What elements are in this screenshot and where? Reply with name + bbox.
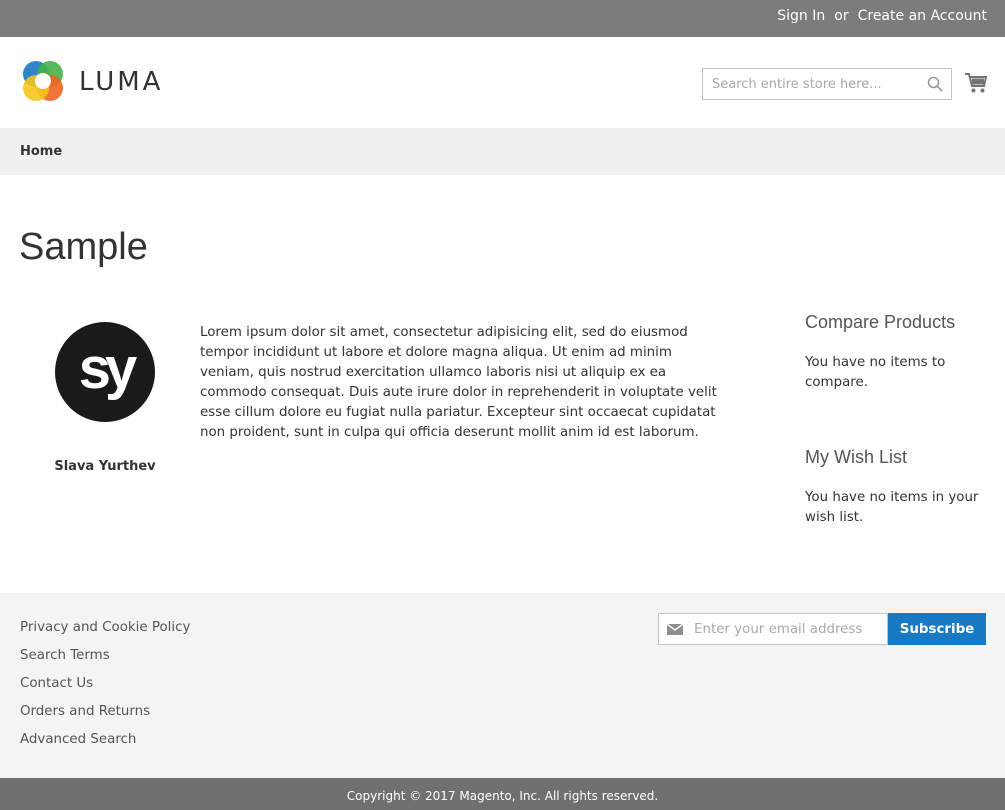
breadcrumb-home: Home	[20, 144, 63, 159]
avatar-initials: sy	[78, 336, 138, 401]
wishlist-title: My Wish List	[805, 447, 908, 467]
post-body-text: Lorem ipsum dolor sit amet, consectetur …	[200, 325, 717, 440]
wishlist-block: My Wish List You have no items in your w…	[805, 447, 985, 528]
orders-returns-link[interactable]: Orders and Returns	[20, 704, 150, 719]
header-links: Sign In or Create an Account	[777, 8, 987, 24]
footer-link-item: Privacy and Cookie Policy	[20, 614, 190, 642]
wishlist-empty-message: You have no items in your wish list.	[805, 490, 979, 525]
page-header: LUMA	[0, 37, 1005, 128]
or-separator: or	[834, 8, 849, 24]
compare-products-block: Compare Products You have no items to co…	[805, 312, 985, 393]
compare-empty-message: You have no items to compare.	[805, 355, 946, 390]
search-input[interactable]	[703, 69, 918, 99]
sign-in-link[interactable]: Sign In	[777, 8, 825, 24]
breadcrumb: Home	[0, 128, 1005, 175]
privacy-policy-link[interactable]: Privacy and Cookie Policy	[20, 620, 190, 635]
footer-link-item: Orders and Returns	[20, 698, 190, 726]
create-account-link[interactable]: Create an Account	[858, 8, 987, 24]
avatar: sy	[55, 322, 155, 422]
newsletter-form: Subscribe	[658, 613, 986, 645]
advanced-search-link[interactable]: Advanced Search	[20, 732, 136, 747]
copyright-bar: Copyright © 2017 Magento, Inc. All right…	[0, 778, 1005, 810]
logo-text: LUMA	[79, 67, 164, 97]
newsletter-email-input[interactable]	[694, 614, 884, 644]
search-icon[interactable]	[927, 76, 943, 92]
author-name: Slava Yurthev	[54, 459, 156, 474]
newsletter-field	[658, 613, 888, 645]
cart-icon[interactable]	[964, 71, 988, 95]
footer-links: Privacy and Cookie Policy Search Terms C…	[20, 614, 190, 754]
top-bar: Sign In or Create an Account	[0, 0, 1005, 37]
contact-us-link[interactable]: Contact Us	[20, 676, 93, 691]
search-box	[702, 68, 952, 100]
page-title: Sample	[19, 226, 148, 268]
footer-link-item: Advanced Search	[20, 726, 190, 754]
footer-link-item: Contact Us	[20, 670, 190, 698]
compare-products-title: Compare Products	[805, 312, 956, 332]
page-footer: Privacy and Cookie Policy Search Terms C…	[0, 593, 1005, 778]
search-terms-link[interactable]: Search Terms	[20, 648, 110, 663]
subscribe-button[interactable]: Subscribe	[888, 613, 986, 645]
footer-link-item: Search Terms	[20, 642, 190, 670]
copyright-text: Copyright © 2017 Magento, Inc. All right…	[346, 789, 659, 803]
luma-logo-icon	[23, 61, 63, 101]
logo[interactable]: LUMA	[20, 59, 170, 105]
envelope-icon	[667, 624, 683, 635]
